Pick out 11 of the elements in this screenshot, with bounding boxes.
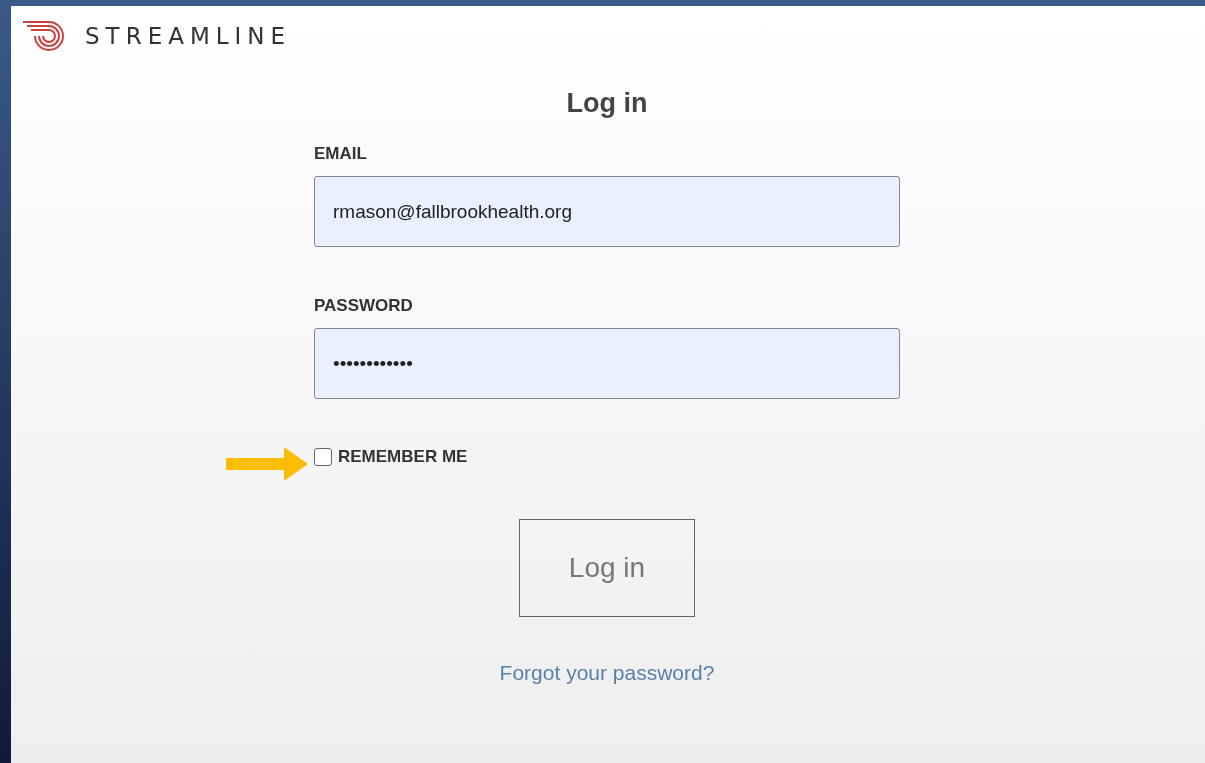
field-label: EMAIL [314,144,368,164]
login-button[interactable]: Log in [519,519,695,617]
remember-checkbox[interactable] [314,448,332,466]
input-field[interactable]: rmason@fallbrookhealth.org [314,176,900,247]
input-field[interactable]: •••••••••••• [314,328,900,399]
remember-label: REMEMBER ME [338,447,468,467]
login-title: Log in [565,88,649,119]
arrow-icon [226,447,308,481]
brand-name: STREAMLINE [85,23,292,49]
forgot-password-link[interactable]: Forgot your password? [499,661,715,685]
field-label: PASSWORD [314,296,414,316]
